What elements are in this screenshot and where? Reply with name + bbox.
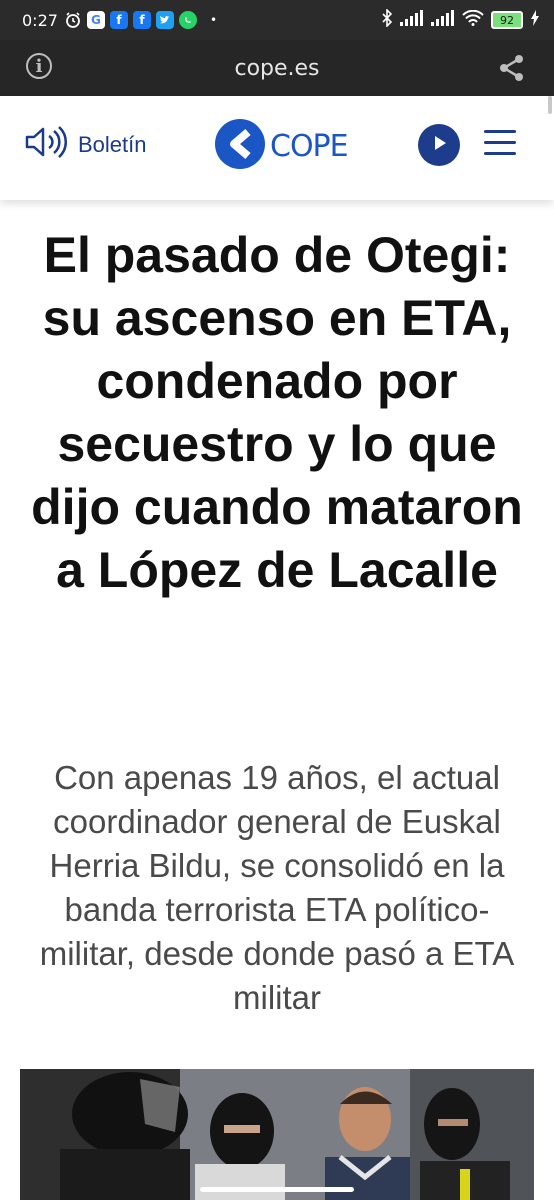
alarm-icon	[64, 11, 82, 29]
browser-url-bar: i cope.es	[0, 40, 554, 96]
charging-icon	[530, 10, 540, 30]
article-photo[interactable]	[20, 1069, 534, 1200]
play-icon	[430, 134, 448, 157]
share-icon[interactable]	[498, 54, 526, 87]
url-text[interactable]: cope.es	[234, 56, 319, 81]
signal-icon	[431, 10, 455, 30]
battery-icon: 92	[491, 11, 523, 29]
site-header: Boletín COPE	[0, 96, 554, 200]
whatsapp-icon	[178, 11, 197, 29]
status-right-icons: 92	[381, 0, 540, 40]
facebook-icon: f	[132, 11, 151, 29]
cope-logo-icon	[214, 118, 266, 175]
status-time: 0:27	[22, 10, 58, 30]
status-bar: 0:27 G f f • 92	[0, 0, 554, 40]
info-icon[interactable]: i	[26, 53, 52, 79]
wifi-icon	[462, 9, 484, 30]
article-subtitle: Con apenas 19 años, el actual coordinado…	[39, 759, 515, 1016]
scrollbar[interactable]	[548, 96, 552, 114]
gesture-bar[interactable]	[200, 1187, 354, 1192]
play-button[interactable]	[418, 124, 460, 166]
boletin-label: Boletín	[78, 132, 147, 157]
cope-logo[interactable]: COPE	[214, 118, 349, 175]
logo-text: COPE	[270, 129, 349, 164]
speaker-icon	[24, 126, 68, 164]
facebook-icon: f	[109, 11, 128, 29]
bluetooth-icon	[381, 8, 393, 31]
boletin-button[interactable]: Boletín	[24, 126, 147, 164]
more-notifications-icon: •	[209, 13, 218, 27]
twitter-icon	[155, 11, 174, 29]
google-icon: G	[86, 11, 105, 29]
signal-icon	[400, 10, 424, 30]
article-title: El pasado de Otegi: su ascenso en ETA, c…	[31, 227, 523, 598]
hamburger-menu-icon[interactable]	[484, 130, 516, 163]
